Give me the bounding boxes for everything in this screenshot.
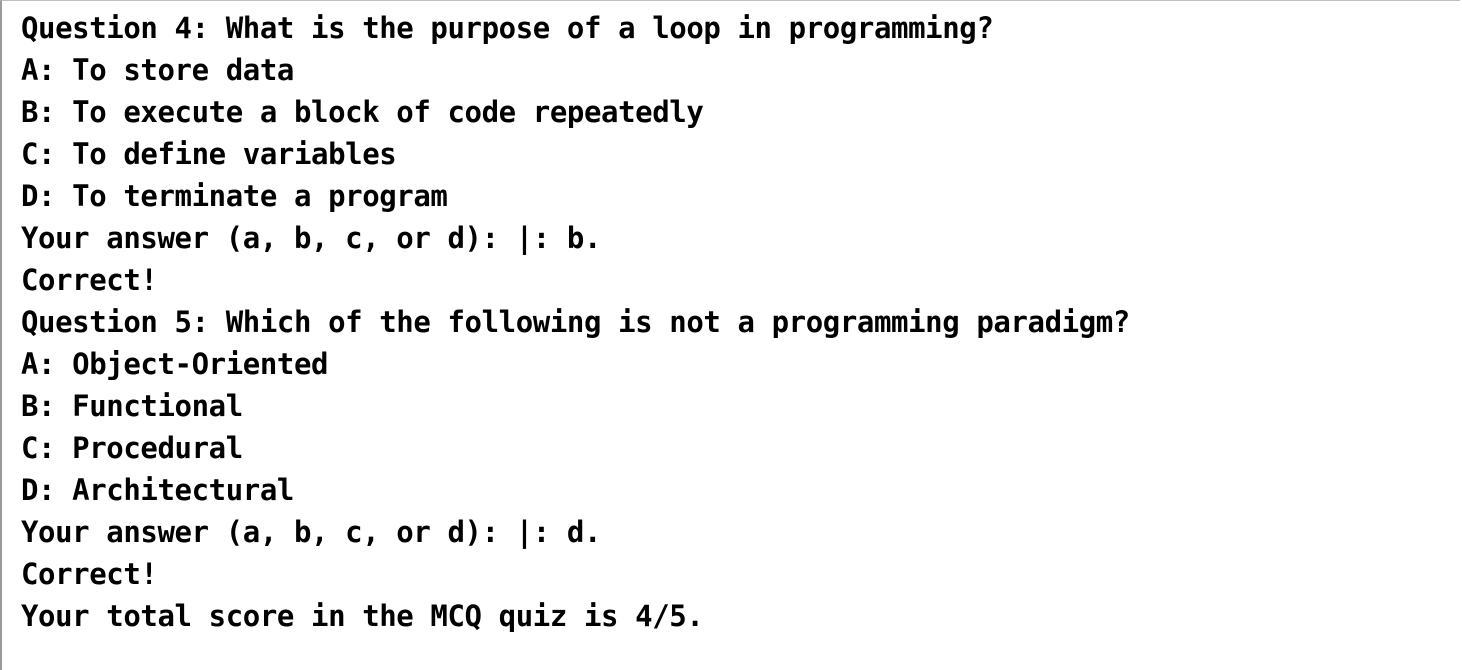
question-4-text: Question 4: What is the purpose of a loo… bbox=[21, 11, 994, 45]
question-4-option-d: D: To terminate a program bbox=[21, 179, 448, 213]
total-score-line: Your total score in the MCQ quiz is 4/5. bbox=[21, 599, 704, 633]
question-5-text: Question 5: Which of the following is no… bbox=[21, 305, 1130, 339]
question-4-option-b: B: To execute a block of code repeatedly bbox=[21, 95, 704, 129]
question-5-option-c: C: Procedural bbox=[21, 431, 243, 465]
question-5-answer-prompt: Your answer (a, b, c, or d): |: d. bbox=[21, 515, 602, 549]
question-4-answer-prompt: Your answer (a, b, c, or d): |: b. bbox=[21, 221, 602, 255]
question-4-option-a: A: To store data bbox=[21, 53, 294, 87]
question-5-option-b: B: Functional bbox=[21, 389, 243, 423]
question-5-result: Correct! bbox=[21, 557, 158, 591]
question-4-result: Correct! bbox=[21, 263, 158, 297]
question-5-option-d: D: Architectural bbox=[21, 473, 294, 507]
console-output[interactable]: Question 4: What is the purpose of a loo… bbox=[0, 0, 1460, 670]
question-5-option-a: A: Object-Oriented bbox=[21, 347, 329, 381]
question-4-option-c: C: To define variables bbox=[21, 137, 397, 171]
console-lines: Question 4: What is the purpose of a loo… bbox=[21, 7, 1130, 637]
